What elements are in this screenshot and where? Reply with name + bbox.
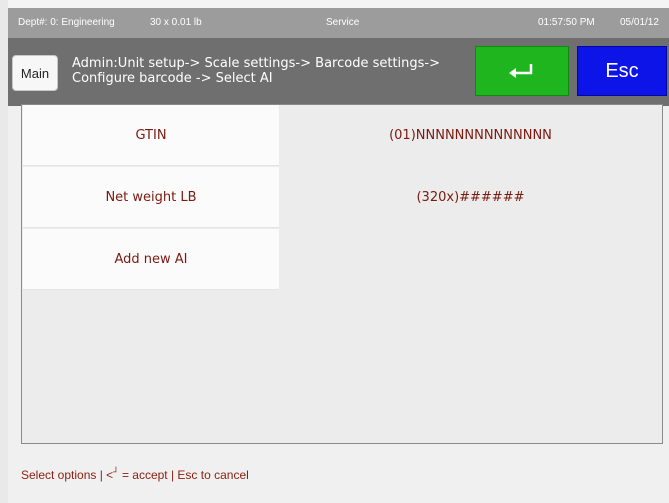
status-bar: Dept#: 0: Engineering 30 x 0.01 lb Servi… — [8, 8, 669, 38]
tare-status: 30 x 0.01 lb — [150, 17, 202, 28]
main-button[interactable]: Main — [12, 55, 58, 91]
window-top-edge — [0, 0, 669, 8]
ai-name[interactable]: Net weight LB — [23, 167, 279, 228]
return-arrow-icon — [509, 64, 533, 78]
ai-list-panel: GTIN (01)NNNNNNNNNNNNNN Net weight LB (3… — [21, 104, 663, 444]
header-bar: Main Admin:Unit setup-> Scale settings->… — [8, 38, 669, 106]
date-status: 05/01/12 — [620, 17, 659, 28]
list-item-gtin[interactable]: GTIN (01)NNNNNNNNNNNNNN — [22, 105, 662, 166]
ai-name[interactable]: GTIN — [23, 105, 279, 166]
esc-button-label: Esc — [605, 59, 639, 82]
help-text-prefix: Select options | < — [21, 468, 114, 482]
main-button-label: Main — [20, 65, 50, 81]
list-item-add-new-ai[interactable]: Add new AI — [22, 229, 662, 290]
accept-button[interactable] — [475, 46, 569, 96]
app-frame: Dept#: 0: Engineering 30 x 0.01 lb Servi… — [8, 8, 669, 503]
esc-button[interactable]: Esc — [577, 46, 667, 96]
ai-format: (320x)###### — [416, 190, 525, 205]
add-new-ai-button[interactable]: Add new AI — [23, 229, 279, 290]
window-left-edge — [0, 0, 8, 503]
help-text: Select options | <┘ = accept | Esc to ca… — [21, 468, 249, 482]
ai-format: (01)NNNNNNNNNNNNNN — [389, 128, 552, 143]
breadcrumb: Admin:Unit setup-> Scale settings-> Barc… — [72, 56, 440, 86]
time-status: 01:57:50 PM — [538, 17, 595, 28]
mode-status: Service — [326, 17, 360, 28]
department-status: Dept#: 0: Engineering — [18, 17, 115, 28]
help-text-suffix: = accept | Esc to cancel — [118, 468, 249, 482]
list-item-net-weight-lb[interactable]: Net weight LB (320x)###### — [22, 167, 662, 228]
